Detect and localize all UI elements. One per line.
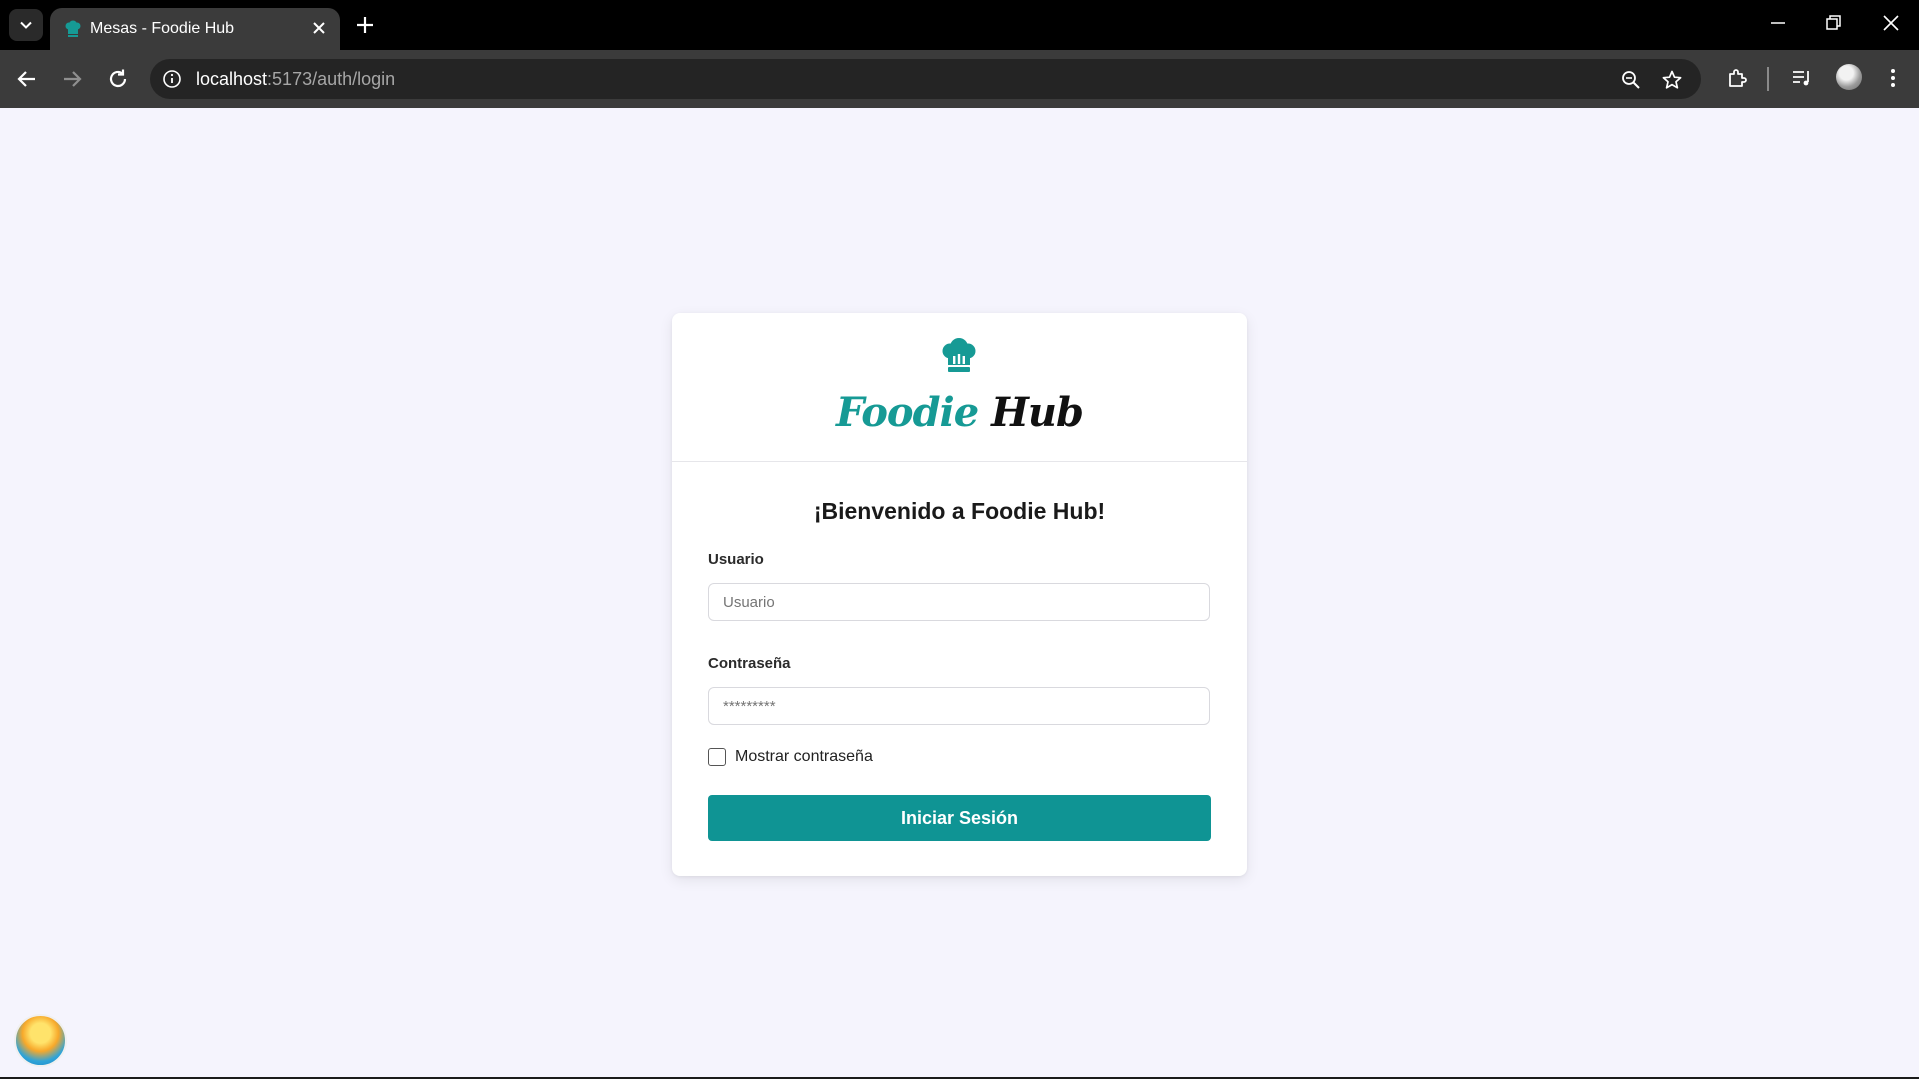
- media-controls-icon[interactable]: [1790, 66, 1814, 90]
- password-label: Contraseña: [708, 655, 791, 672]
- chef-hat-icon: [65, 20, 81, 37]
- browser-tab-active[interactable]: Mesas - Foodie Hub: [50, 8, 340, 50]
- address-bar[interactable]: localhost:5173/auth/login: [150, 59, 1701, 99]
- login-submit-button[interactable]: Iniciar Sesión: [708, 795, 1211, 841]
- welcome-heading: ¡Bienvenido a Foodie Hub!: [813, 498, 1106, 524]
- brand-logo-text: Foodie Hub: [672, 389, 1247, 436]
- bookmark-star-icon[interactable]: [1661, 69, 1683, 91]
- new-tab-plus-icon[interactable]: [353, 13, 377, 37]
- more-menu-icon[interactable]: [1883, 66, 1903, 90]
- chef-hat-icon: [942, 338, 976, 372]
- chevron-down-icon: [20, 21, 32, 29]
- close-window-icon[interactable]: [1881, 13, 1901, 33]
- username-input[interactable]: [708, 583, 1210, 621]
- tab-title: Mesas - Foodie Hub: [90, 20, 235, 37]
- brand-foodie: Foodie: [836, 389, 979, 436]
- island-sunset-icon[interactable]: [14, 1014, 67, 1067]
- toolbar-divider: [1767, 67, 1769, 91]
- tab-search-button[interactable]: [9, 9, 43, 41]
- login-card: Foodie Hub ¡Bienvenido a Foodie Hub! Usu…: [672, 313, 1247, 876]
- browser-tabstrip: Mesas - Foodie Hub: [0, 0, 1919, 50]
- profile-avatar[interactable]: [1836, 64, 1862, 90]
- url-path: :5173/auth/login: [267, 69, 396, 89]
- show-password-label[interactable]: Mostrar contraseña: [735, 748, 873, 766]
- browser-toolbar: localhost:5173/auth/login: [0, 50, 1919, 108]
- restore-icon[interactable]: [1824, 13, 1844, 33]
- brand-hub: Hub: [991, 389, 1084, 436]
- forward-arrow-icon[interactable]: [60, 67, 84, 91]
- reload-icon[interactable]: [106, 67, 130, 91]
- card-header: Foodie Hub: [672, 313, 1247, 462]
- back-arrow-icon[interactable]: [15, 67, 39, 91]
- url-host: localhost: [196, 69, 268, 89]
- url-text: localhost:5173/auth/login: [196, 69, 395, 90]
- minimize-icon[interactable]: [1768, 13, 1788, 33]
- username-label: Usuario: [708, 551, 764, 568]
- password-input[interactable]: [708, 687, 1210, 725]
- extensions-puzzle-icon[interactable]: [1725, 66, 1749, 90]
- site-info-icon[interactable]: [162, 69, 182, 89]
- close-icon[interactable]: [310, 19, 328, 37]
- show-password-checkbox[interactable]: [708, 748, 726, 766]
- zoom-icon[interactable]: [1620, 69, 1642, 91]
